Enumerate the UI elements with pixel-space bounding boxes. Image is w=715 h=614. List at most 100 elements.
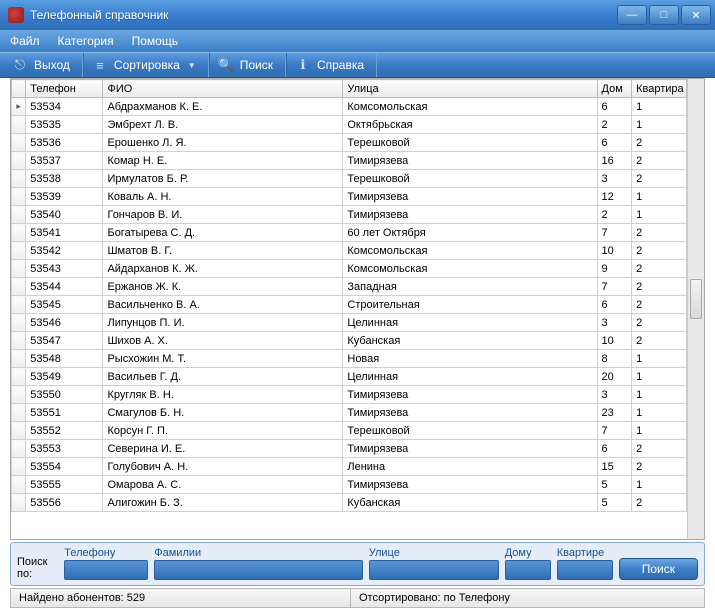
cell-street: Тимирязева (343, 152, 597, 170)
cell-phone: 53537 (26, 152, 103, 170)
label-apt: Квартире (557, 547, 613, 559)
cell-fio: Ержанов Ж. К. (103, 278, 343, 296)
maximize-button[interactable]: □ (649, 5, 679, 25)
col-fio[interactable]: ФИО (103, 80, 343, 98)
table-scroll[interactable]: Телефон ФИО Улица Дом Квартира ▸53534Абд… (11, 79, 687, 539)
row-marker-header (12, 80, 26, 98)
table-row[interactable]: 53555Омарова А. С.Тимирязева51 (12, 476, 687, 494)
table-row[interactable]: 53542Шматов В. Г.Комсомольская102 (12, 242, 687, 260)
table-row[interactable]: ▸53534Абдрахманов К. Е.Комсомольская61 (12, 98, 687, 116)
table-row[interactable]: 53543Айдарханов К. Ж.Комсомольская92 (12, 260, 687, 278)
table-row[interactable]: 53547Шихов А. Х.Кубанская102 (12, 332, 687, 350)
cell-house: 5 (597, 476, 632, 494)
field-surname: Фамилии (154, 547, 362, 580)
cell-phone: 53535 (26, 116, 103, 134)
cell-phone: 53546 (26, 314, 103, 332)
row-marker (12, 368, 26, 386)
cell-house: 3 (597, 170, 632, 188)
table-row[interactable]: 53556Алигожин Б. З.Кубанская52 (12, 494, 687, 512)
col-house[interactable]: Дом (597, 80, 632, 98)
search-submit-button[interactable]: Поиск (619, 558, 698, 580)
chevron-down-icon: ▼ (188, 61, 196, 70)
search-legend: Поиск по: (17, 556, 58, 580)
table-row[interactable]: 53540Гончаров В. И.Тимирязева21 (12, 206, 687, 224)
table-row[interactable]: 53551Смагулов Б. Н.Тимирязева231 (12, 404, 687, 422)
scrollbar-thumb[interactable] (690, 279, 702, 319)
cell-apt: 1 (632, 368, 687, 386)
cell-street: Терешковой (343, 134, 597, 152)
data-table: Телефон ФИО Улица Дом Квартира ▸53534Абд… (11, 79, 687, 512)
vertical-scrollbar[interactable] (687, 79, 704, 539)
field-phone: Телефону (64, 547, 148, 580)
table-row[interactable]: 53536Ерошенко Л. Я.Терешковой62 (12, 134, 687, 152)
row-marker (12, 278, 26, 296)
row-marker (12, 350, 26, 368)
table-row[interactable]: 53548Рысхожин М. Т.Новая81 (12, 350, 687, 368)
input-apt[interactable] (557, 560, 613, 580)
table-row[interactable]: 53552Корсун Г. П.Терешковой71 (12, 422, 687, 440)
cell-house: 6 (597, 98, 632, 116)
input-phone[interactable] (64, 560, 148, 580)
cell-apt: 1 (632, 98, 687, 116)
table-row[interactable]: 53538Ирмулатов Б. Р.Терешковой32 (12, 170, 687, 188)
cell-street: Тимирязева (343, 440, 597, 458)
input-house[interactable] (505, 560, 551, 580)
row-marker (12, 296, 26, 314)
cell-apt: 2 (632, 458, 687, 476)
col-apt[interactable]: Квартира (632, 80, 687, 98)
table-row[interactable]: 53554Голубович А. Н.Ленина152 (12, 458, 687, 476)
cell-fio: Голубович А. Н. (103, 458, 343, 476)
minimize-button[interactable]: — (617, 5, 647, 25)
sort-button[interactable]: ≡ Сортировка ▼ (83, 53, 209, 77)
menu-help[interactable]: Помощь (132, 34, 178, 48)
cell-phone: 53534 (26, 98, 103, 116)
exit-button[interactable]: ⎋ Выход (4, 53, 83, 77)
table-row[interactable]: 53539Коваль А. Н.Тимирязева121 (12, 188, 687, 206)
close-button[interactable]: ✕ (681, 5, 711, 25)
table-row[interactable]: 53545Васильченко В. А.Строительная62 (12, 296, 687, 314)
cell-apt: 2 (632, 440, 687, 458)
cell-phone: 53544 (26, 278, 103, 296)
cell-apt: 2 (632, 260, 687, 278)
table-row[interactable]: 53553Северина И. Е.Тимирязева62 (12, 440, 687, 458)
row-marker (12, 386, 26, 404)
row-marker (12, 170, 26, 188)
cell-phone: 53538 (26, 170, 103, 188)
cell-street: 60 лет Октября (343, 224, 597, 242)
about-button[interactable]: ℹ Справка (286, 53, 377, 77)
cell-fio: Шматов В. Г. (103, 242, 343, 260)
cell-phone: 53555 (26, 476, 103, 494)
table-row[interactable]: 53541Богатырева С. Д.60 лет Октября72 (12, 224, 687, 242)
app-icon (8, 7, 24, 23)
table-row[interactable]: 53544Ержанов Ж. К.Западная72 (12, 278, 687, 296)
table-row[interactable]: 53549Васильев Г. Д.Целинная201 (12, 368, 687, 386)
table-row[interactable]: 53537Комар Н. Е.Тимирязева162 (12, 152, 687, 170)
menu-category[interactable]: Категория (58, 34, 114, 48)
search-button[interactable]: 🔍 Поиск (209, 53, 286, 77)
about-label: Справка (317, 58, 364, 72)
cell-apt: 2 (632, 296, 687, 314)
search-label: Поиск (240, 58, 273, 72)
cell-house: 6 (597, 296, 632, 314)
cell-phone: 53553 (26, 440, 103, 458)
cell-street: Комсомольская (343, 98, 597, 116)
cell-phone: 53548 (26, 350, 103, 368)
input-street[interactable] (369, 560, 499, 580)
cell-street: Тимирязева (343, 206, 597, 224)
cell-apt: 1 (632, 350, 687, 368)
table-row[interactable]: 53535Эмбрехт Л. В.Октябрьская21 (12, 116, 687, 134)
status-found: Найдено абонентов: 529 (10, 588, 350, 608)
col-street[interactable]: Улица (343, 80, 597, 98)
cell-street: Строительная (343, 296, 597, 314)
table-row[interactable]: 53546Липунцов П. И.Целинная32 (12, 314, 687, 332)
row-marker (12, 242, 26, 260)
field-house: Дому (505, 547, 551, 580)
cell-house: 10 (597, 242, 632, 260)
col-phone[interactable]: Телефон (26, 80, 103, 98)
cell-apt: 2 (632, 494, 687, 512)
table-row[interactable]: 53550Кругляк В. Н.Тимирязева31 (12, 386, 687, 404)
input-surname[interactable] (154, 560, 362, 580)
cell-fio: Алигожин Б. З. (103, 494, 343, 512)
window-title: Телефонный справочник (30, 8, 617, 22)
menu-file[interactable]: Файл (10, 34, 40, 48)
